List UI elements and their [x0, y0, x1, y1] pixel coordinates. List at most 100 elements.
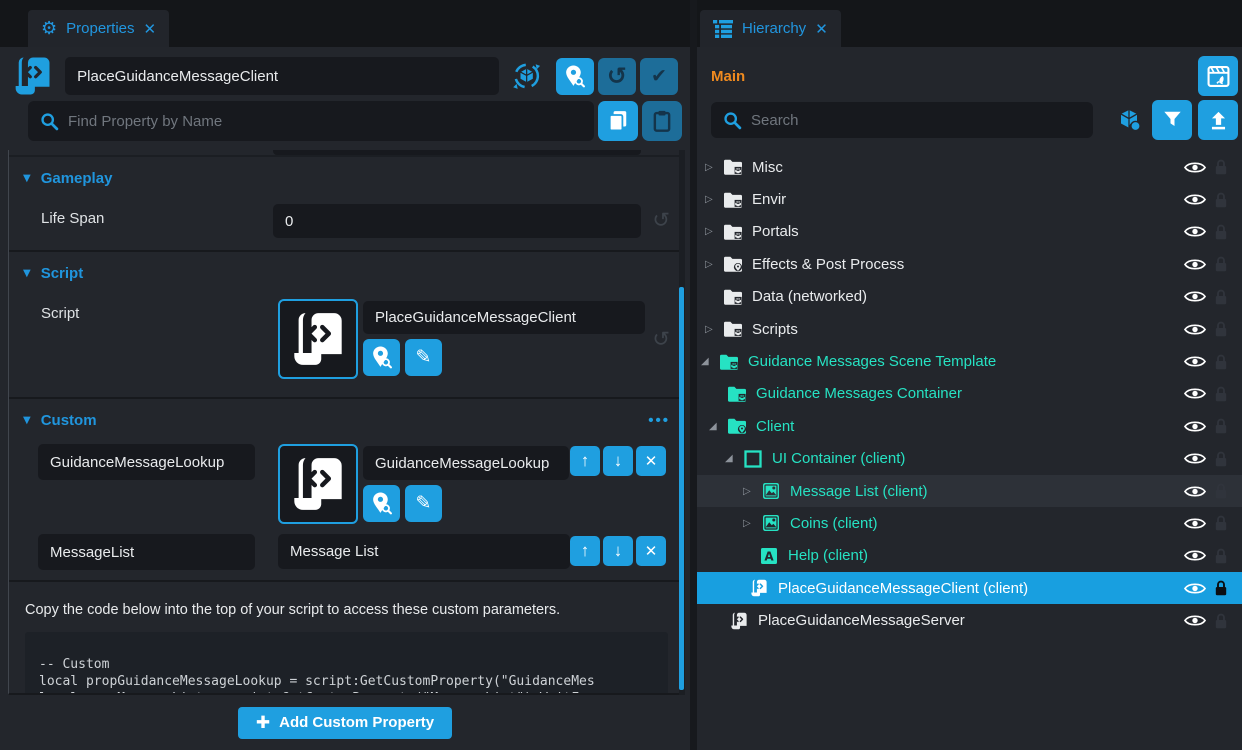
section-custom-header[interactable]: ▼ Custom •••: [9, 399, 684, 438]
lock-icon[interactable]: [1214, 289, 1228, 305]
confirm-name-button[interactable]: ✔: [640, 58, 678, 95]
hierarchy-row[interactable]: ▷Coins (client): [697, 507, 1242, 539]
hierarchy-row[interactable]: ◢Client: [697, 410, 1242, 442]
custom-prop-name-field[interactable]: [38, 444, 255, 480]
lock-icon[interactable]: [1214, 580, 1228, 596]
eye-visibility-icon[interactable]: [1184, 289, 1206, 304]
copy-properties-button[interactable]: [598, 101, 638, 141]
scene-preview-button[interactable]: [1198, 56, 1238, 96]
hierarchy-row[interactable]: ▷Scripts: [697, 313, 1242, 345]
lock-icon[interactable]: [1214, 256, 1228, 272]
revert-icon[interactable]: ↺: [652, 329, 670, 350]
expand-arrow-icon[interactable]: ▷: [705, 259, 723, 270]
move-up-button[interactable]: ↑: [570, 536, 600, 566]
expand-arrow-icon[interactable]: ▷: [743, 486, 761, 497]
move-down-button[interactable]: ↓: [603, 446, 633, 476]
hierarchy-search-input[interactable]: [751, 112, 1081, 129]
eye-visibility-icon[interactable]: [1184, 613, 1206, 628]
hierarchy-row[interactable]: PlaceGuidanceMessageClient (client): [697, 572, 1242, 604]
hierarchy-row[interactable]: ◢UI Container (client): [697, 443, 1242, 475]
edit-script-button[interactable]: ✎: [405, 485, 442, 522]
collapse-arrow-icon[interactable]: ◢: [725, 453, 743, 464]
tab-hierarchy[interactable]: Hierarchy ✕: [700, 10, 841, 47]
eye-visibility-icon[interactable]: [1184, 581, 1206, 596]
custom-prop-value-field[interactable]: [278, 534, 570, 569]
lock-icon[interactable]: [1214, 224, 1228, 240]
custom-prop-value-field[interactable]: [363, 446, 569, 480]
eye-visibility-icon[interactable]: [1184, 516, 1206, 531]
find-asset-button[interactable]: [363, 485, 400, 522]
lock-icon[interactable]: [1214, 192, 1228, 208]
eye-visibility-icon[interactable]: [1184, 224, 1206, 239]
lock-icon[interactable]: [1214, 548, 1228, 564]
collapse-arrow-icon[interactable]: ◢: [701, 356, 719, 367]
close-icon[interactable]: ✕: [815, 20, 828, 38]
hierarchy-row[interactable]: AHelp (client): [697, 540, 1242, 572]
lock-icon[interactable]: [1214, 159, 1228, 175]
zone-cube-icon[interactable]: [1118, 106, 1142, 134]
lock-icon[interactable]: [1214, 354, 1228, 370]
script-thumbnail[interactable]: [278, 299, 358, 379]
hierarchy-row[interactable]: ▷Envir: [697, 183, 1242, 215]
find-in-scene-button[interactable]: [556, 58, 594, 95]
lock-icon[interactable]: [1214, 483, 1228, 499]
custom-asset-thumbnail[interactable]: [278, 444, 358, 524]
eye-visibility-icon[interactable]: [1184, 192, 1206, 207]
lock-icon[interactable]: [1214, 418, 1228, 434]
hierarchy-row[interactable]: ▷Effects & Post Process: [697, 248, 1242, 280]
expand-arrow-icon[interactable]: ▷: [743, 518, 761, 529]
custom-prop-name-field[interactable]: [38, 534, 255, 570]
eye-visibility-icon[interactable]: [1184, 322, 1206, 337]
lock-icon[interactable]: [1214, 386, 1228, 402]
eye-visibility-icon[interactable]: [1184, 160, 1206, 175]
eye-visibility-icon[interactable]: [1184, 257, 1206, 272]
revert-name-button[interactable]: ↺: [598, 58, 636, 95]
eye-visibility-icon[interactable]: [1184, 354, 1206, 369]
lock-icon[interactable]: [1214, 613, 1228, 629]
object-name-input[interactable]: [65, 57, 499, 95]
hierarchy-row[interactable]: ▷Message List (client): [697, 475, 1242, 507]
expand-arrow-icon[interactable]: ▷: [705, 324, 723, 335]
filter-button[interactable]: [1152, 100, 1192, 140]
move-up-button[interactable]: ↑: [570, 446, 600, 476]
lock-icon[interactable]: [1214, 515, 1228, 531]
hierarchy-row[interactable]: Data (networked): [697, 281, 1242, 313]
section-gameplay-header[interactable]: ▼ Gameplay: [9, 157, 684, 196]
tab-properties[interactable]: ⚙ Properties ✕: [28, 10, 169, 47]
property-search-input[interactable]: [68, 113, 582, 130]
hierarchy-row[interactable]: ▷Portals: [697, 216, 1242, 248]
hierarchy-search-box[interactable]: [711, 102, 1093, 138]
eye-visibility-icon[interactable]: [1184, 386, 1206, 401]
hierarchy-row[interactable]: ▷Misc: [697, 151, 1242, 183]
move-down-button[interactable]: ↓: [603, 536, 633, 566]
hierarchy-row[interactable]: PlaceGuidanceMessageServer: [697, 604, 1242, 636]
eye-visibility-icon[interactable]: [1184, 451, 1206, 466]
vertical-scrollbar[interactable]: [679, 150, 685, 695]
lock-icon[interactable]: [1214, 451, 1228, 467]
paste-properties-button[interactable]: [642, 101, 682, 141]
collapse-arrow-icon[interactable]: ◢: [709, 421, 727, 432]
lock-icon[interactable]: [1214, 321, 1228, 337]
find-asset-button[interactable]: [363, 339, 400, 376]
eye-visibility-icon[interactable]: [1184, 484, 1206, 499]
hierarchy-row[interactable]: ◢Guidance Messages Scene Template: [697, 345, 1242, 377]
delete-property-button[interactable]: ✕: [636, 446, 666, 476]
delete-property-button[interactable]: ✕: [636, 536, 666, 566]
expand-arrow-icon[interactable]: ▷: [705, 162, 723, 173]
hierarchy-row[interactable]: Guidance Messages Container: [697, 378, 1242, 410]
vertical-scrollbar-thumb[interactable]: [679, 287, 684, 690]
eye-visibility-icon[interactable]: [1184, 419, 1206, 434]
property-search-box[interactable]: [28, 101, 594, 141]
custom-menu-button[interactable]: •••: [648, 412, 670, 429]
script-value-field[interactable]: [363, 301, 645, 334]
edit-script-button[interactable]: ✎: [405, 339, 442, 376]
eye-visibility-icon[interactable]: [1184, 548, 1206, 563]
expand-arrow-icon[interactable]: ▷: [705, 194, 723, 205]
life-span-input[interactable]: [273, 204, 641, 238]
publish-button[interactable]: [1198, 100, 1238, 140]
close-icon[interactable]: ✕: [144, 20, 157, 38]
section-script-header[interactable]: ▼ Script: [9, 252, 684, 291]
revert-icon[interactable]: ↺: [652, 210, 670, 231]
expand-arrow-icon[interactable]: ▷: [705, 226, 723, 237]
add-custom-property-button[interactable]: ✚ Add Custom Property: [238, 707, 452, 739]
